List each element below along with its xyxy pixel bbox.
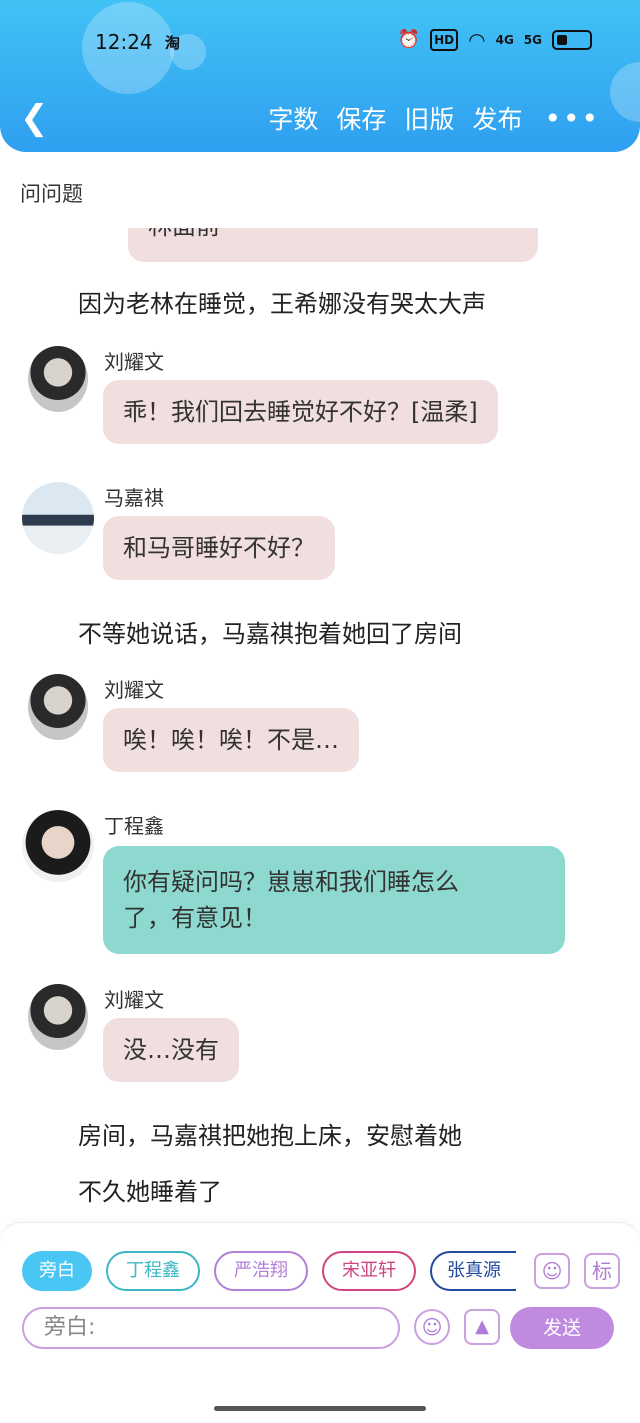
header-decoration: [610, 62, 640, 122]
message-bubble[interactable]: 乖！我们回去睡觉好不好？[温柔]: [103, 380, 498, 444]
status-bar: 12:24 淘 ⏰ HD ◠ 4G 5G: [0, 20, 640, 66]
back-arrow-icon[interactable]: ❮: [20, 100, 50, 136]
message-bubble[interactable]: 林面前: [128, 228, 538, 262]
role-chip-ding-chengxin[interactable]: 丁程鑫: [106, 1251, 200, 1291]
image-icon[interactable]: ▲: [464, 1309, 500, 1345]
save-button[interactable]: 保存: [336, 100, 386, 136]
emoji-icon[interactable]: ☺: [414, 1309, 450, 1345]
battery-icon: [552, 30, 592, 50]
role-chip-zhang-zhenyuan[interactable]: 张真源: [430, 1251, 516, 1291]
person-icon[interactable]: ☺: [534, 1253, 570, 1289]
avatar[interactable]: [22, 482, 94, 554]
message-bubble[interactable]: 唉！唉！唉！不是…: [103, 708, 359, 772]
message-text: 没…没有: [123, 1036, 219, 1064]
message-bubble[interactable]: 你有疑问吗？崽崽和我们睡怎么 了，有意见！: [103, 846, 565, 954]
sender-name: 刘耀文: [104, 988, 164, 1012]
publish-button[interactable]: 发布: [472, 100, 522, 136]
more-icon[interactable]: •••: [544, 102, 600, 135]
taobao-icon: 淘: [165, 34, 181, 52]
avatar[interactable]: [28, 674, 88, 740]
word-count-button[interactable]: 字数: [268, 100, 318, 136]
chat-title: 问问题: [20, 182, 83, 206]
status-time: 12:24: [95, 30, 153, 54]
sender-name: 丁程鑫: [104, 814, 164, 838]
tag-icon[interactable]: 标: [584, 1253, 620, 1289]
message-text: 唉！唉！唉！不是…: [123, 726, 339, 754]
message-text: 你有疑问吗？崽崽和我们睡怎么: [123, 868, 459, 896]
sender-name: 刘耀文: [104, 678, 164, 702]
old-version-button[interactable]: 旧版: [404, 100, 454, 136]
avatar[interactable]: [28, 984, 88, 1050]
role-chip-list: 旁白 丁程鑫 严浩翔 宋亚轩 张真源: [22, 1251, 516, 1291]
signal-4g-icon: 4G: [495, 33, 514, 47]
alarm-icon: ⏰: [397, 29, 421, 50]
chat-area[interactable]: 林面前 因为老林在睡觉，王希娜没有哭太大声 刘耀文 乖！我们回去睡觉好不好？[温…: [0, 228, 640, 1218]
avatar[interactable]: [28, 346, 88, 412]
signal-5g-icon: 5G: [523, 33, 542, 47]
sender-name: 马嘉祺: [104, 486, 164, 510]
narration-text: 房间，马嘉祺把她抱上床，安慰着她: [78, 1122, 462, 1150]
message-text: 林面前: [148, 228, 220, 240]
narration-text: 不久她睡着了: [78, 1178, 222, 1206]
app-header: 12:24 淘 ⏰ HD ◠ 4G 5G ❮ 字数 保存 旧版 发布 •••: [0, 0, 640, 152]
avatar[interactable]: [22, 810, 94, 882]
status-icons: ⏰ HD ◠ 4G 5G: [398, 28, 592, 52]
composer-panel: 旁白 丁程鑫 严浩翔 宋亚轩 张真源 ☺ 标 旁白: ☺ ▲ 发送: [0, 1222, 640, 1423]
home-indicator: [214, 1406, 426, 1411]
role-chip-song-yaxuan[interactable]: 宋亚轩: [322, 1251, 416, 1291]
message-text: 和马哥睡好不好？: [123, 534, 315, 562]
message-input[interactable]: 旁白:: [22, 1307, 400, 1349]
message-bubble[interactable]: 没…没有: [103, 1018, 239, 1082]
role-chip-narration[interactable]: 旁白: [22, 1251, 92, 1291]
narration-text: 不等她说话，马嘉祺抱着她回了房间: [78, 620, 462, 648]
sender-name: 刘耀文: [104, 350, 164, 374]
hd-icon: HD: [430, 29, 459, 51]
message-text: 了，有意见！: [123, 904, 267, 932]
message-text: 乖！我们回去睡觉好不好？[温柔]: [123, 398, 478, 426]
wifi-icon: ◠: [468, 28, 486, 52]
send-button[interactable]: 发送: [510, 1307, 614, 1349]
role-chip-yan-haoxiang[interactable]: 严浩翔: [214, 1251, 308, 1291]
header-toolbar: 字数 保存 旧版 发布 •••: [268, 100, 600, 136]
message-bubble[interactable]: 和马哥睡好不好？: [103, 516, 335, 580]
narration-text: 因为老林在睡觉，王希娜没有哭太大声: [78, 290, 486, 318]
